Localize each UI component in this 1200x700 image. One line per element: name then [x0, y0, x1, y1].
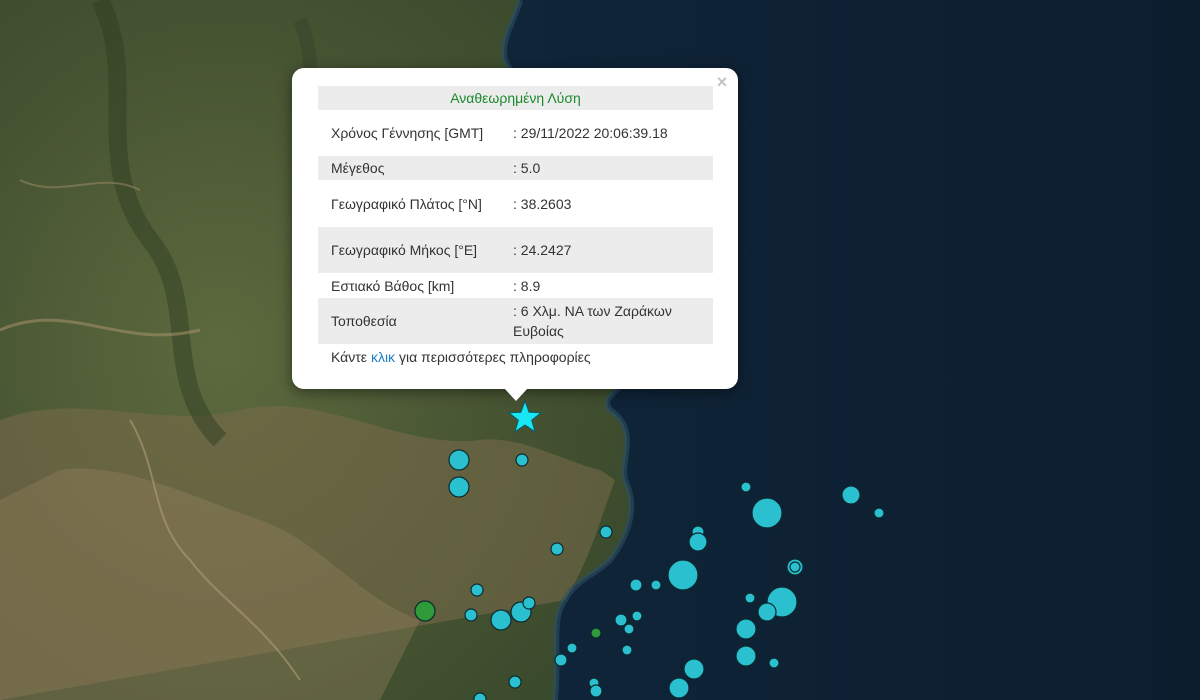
- table-row: Εστιακό Βάθος [km] : 8.9: [318, 273, 713, 298]
- more-prefix: Κάντε: [331, 349, 368, 365]
- earthquake-marker[interactable]: [448, 449, 470, 471]
- earthquake-marker[interactable]: [688, 532, 708, 552]
- earthquake-marker[interactable]: [470, 583, 484, 597]
- row-label: Γεωγραφικό Πλάτος [°N]: [331, 195, 482, 212]
- row-label: Εστιακό Βάθος [km]: [331, 277, 455, 294]
- earthquake-marker[interactable]: [683, 658, 705, 680]
- table-row: Μέγεθος : 5.0: [318, 156, 713, 180]
- row-label: Γεωγραφικό Μήκος [°E]: [318, 227, 500, 273]
- row-value: : 29/11/2022 20:06:39.18: [513, 125, 668, 141]
- earthquake-marker[interactable]: [490, 609, 512, 631]
- earthquake-marker[interactable]: [751, 497, 783, 529]
- earthquake-marker[interactable]: [744, 592, 756, 604]
- earthquake-marker[interactable]: [473, 692, 487, 700]
- row-label: Τοποθεσία: [318, 298, 500, 344]
- earthquake-marker[interactable]: [623, 623, 635, 635]
- earthquake-marker[interactable]: [668, 677, 690, 699]
- earthquake-marker[interactable]: [515, 453, 529, 467]
- earthquake-marker[interactable]: [841, 485, 861, 505]
- more-info-line: Κάντε κλικ για περισσότερες πληροφορίες: [331, 349, 591, 365]
- earthquake-marker[interactable]: [735, 645, 757, 667]
- earthquake-marker[interactable]: [629, 578, 643, 592]
- earthquake-marker[interactable]: [631, 610, 643, 622]
- earthquake-marker[interactable]: [735, 618, 757, 640]
- popup-tip: [504, 388, 528, 401]
- earthquake-marker[interactable]: [590, 627, 602, 639]
- earthquake-marker[interactable]: [667, 559, 699, 591]
- earthquake-marker[interactable]: [621, 644, 633, 656]
- earthquake-marker[interactable]: [789, 561, 801, 573]
- earthquake-marker[interactable]: [614, 613, 628, 627]
- table-row: Χρόνος Γέννησης [GMT] : 29/11/2022 20:06…: [318, 110, 713, 156]
- earthquake-marker[interactable]: [464, 608, 478, 622]
- earthquake-marker[interactable]: [508, 675, 522, 689]
- earthquake-marker[interactable]: [768, 657, 780, 669]
- star-icon[interactable]: [507, 399, 543, 433]
- row-value: : 8.9: [513, 277, 541, 294]
- row-value: : 5.0: [500, 156, 713, 180]
- row-label: Χρόνος Γέννησης [GMT]: [331, 125, 484, 141]
- more-info-link[interactable]: κλικ: [371, 349, 395, 365]
- table-row: Γεωγραφικό Μήκος [°E] : 24.2427: [318, 227, 713, 273]
- earthquake-marker[interactable]: [589, 684, 603, 698]
- earthquake-marker[interactable]: [873, 507, 885, 519]
- info-table: Χρόνος Γέννησης [GMT] : 29/11/2022 20:06…: [318, 110, 713, 344]
- earthquake-marker[interactable]: [522, 596, 536, 610]
- earthquake-marker[interactable]: [414, 600, 436, 622]
- row-value: : 6 Χλμ. ΝΑ των Ζαράκων Ευβοίας: [500, 298, 713, 344]
- earthquake-marker[interactable]: [650, 579, 662, 591]
- earthquake-marker[interactable]: [448, 476, 470, 498]
- more-suffix: για περισσότερες πληροφορίες: [398, 349, 591, 365]
- earthquake-marker[interactable]: [740, 481, 752, 493]
- earthquake-marker[interactable]: [566, 642, 578, 654]
- row-value: : 24.2427: [500, 227, 713, 273]
- earthquake-marker[interactable]: [554, 653, 568, 667]
- row-label: Μέγεθος: [318, 156, 500, 180]
- table-row: Γεωγραφικό Πλάτος [°N] : 38.2603: [318, 180, 713, 227]
- table-row: Τοποθεσία : 6 Χλμ. ΝΑ των Ζαράκων Ευβοία…: [318, 298, 713, 344]
- row-value: : 38.2603: [513, 195, 572, 212]
- close-icon[interactable]: ×: [713, 73, 731, 91]
- earthquake-marker[interactable]: [550, 542, 564, 556]
- popup-title: Αναθεωρημένη Λύση: [318, 86, 713, 110]
- earthquake-marker[interactable]: [599, 525, 613, 539]
- earthquake-marker[interactable]: [757, 602, 777, 622]
